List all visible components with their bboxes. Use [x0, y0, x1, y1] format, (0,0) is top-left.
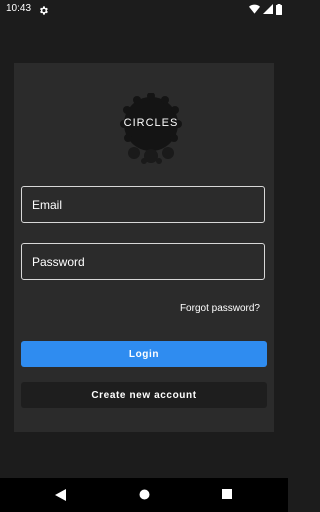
email-input[interactable]	[22, 187, 264, 222]
status-icons	[249, 3, 282, 15]
back-icon[interactable]	[55, 489, 66, 501]
signal-icon	[263, 4, 273, 14]
login-button[interactable]: Login	[21, 341, 267, 367]
battery-icon	[276, 3, 282, 15]
logo-text: CIRCLES	[123, 117, 179, 129]
password-input[interactable]	[22, 244, 264, 279]
create-account-button[interactable]: Create new account	[21, 382, 267, 408]
home-icon[interactable]	[139, 489, 150, 500]
status-time: 10:43	[6, 3, 32, 14]
password-field[interactable]	[21, 243, 265, 280]
wifi-icon	[249, 4, 260, 14]
forgot-password-link[interactable]: Forgot password?	[180, 303, 260, 314]
gear-icon	[38, 3, 49, 15]
email-field[interactable]	[21, 186, 265, 223]
status-bar: 10:43	[0, 0, 288, 18]
navigation-bar	[0, 478, 288, 512]
recents-icon[interactable]	[222, 489, 232, 499]
circles-logo: CIRCLES	[120, 93, 182, 165]
login-card: CIRCLES Forgot password? Login Create ne…	[14, 63, 274, 432]
